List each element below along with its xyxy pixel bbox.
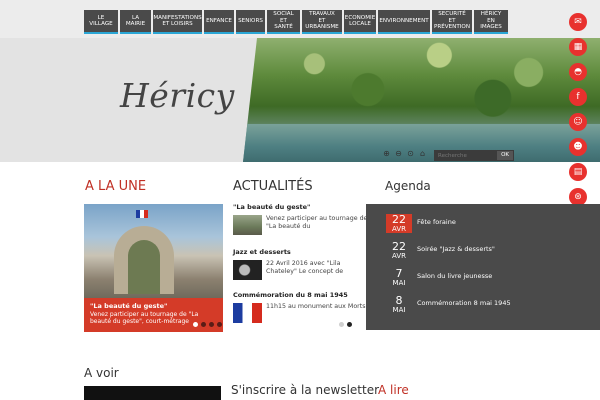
pager-dot[interactable] <box>339 322 344 327</box>
accessibility-tools: ⊕ ⊖ ⊙ ⌂ <box>382 149 427 158</box>
search-button[interactable]: OK <box>497 151 513 160</box>
search-form: OK <box>434 150 514 161</box>
agenda-day: 22 <box>392 239 406 253</box>
agenda-label: Commémoration 8 mai 1945 <box>417 299 511 308</box>
zoom-in-icon[interactable]: ⊕ <box>382 149 391 158</box>
news-heading: Commémoration du 8 mai 1945 <box>233 291 348 299</box>
slider-dot[interactable] <box>209 322 214 327</box>
agenda-label: Fête foraine <box>417 218 456 227</box>
agenda-item[interactable]: 22 AVR Soirée "Jazz & desserts" <box>366 238 600 262</box>
map-icon[interactable]: ▦ <box>569 38 587 56</box>
agenda-day: 22 <box>392 212 406 226</box>
news-text: 11h15 au monument aux Morts <box>266 303 366 310</box>
news-thumbnail <box>233 260 262 280</box>
agenda-item[interactable]: 7 MAI Salon du livre jeunesse <box>366 265 600 289</box>
news-thumbnail <box>233 215 262 235</box>
zoom-reset-icon[interactable]: ⊙ <box>406 149 415 158</box>
agenda-item[interactable]: 22 AVR Fête foraine <box>366 211 600 235</box>
agenda-label: Salon du livre jeunesse <box>417 272 493 281</box>
news-item[interactable]: Jazz et desserts 22 Avril 2016 avec "Lil… <box>233 248 373 280</box>
profile-icon[interactable]: ☻ <box>569 138 587 156</box>
news-pager <box>339 322 352 327</box>
slider-dot[interactable] <box>217 322 222 327</box>
zoom-out-icon[interactable]: ⊖ <box>394 149 403 158</box>
newsletter-title: S'inscrire à la newsletter <box>231 383 380 397</box>
agenda-date: 7 MAI <box>386 268 412 287</box>
nav-item-manifestations[interactable]: MANIFESTATIONS ET LOISIRS <box>153 10 202 34</box>
nav-item-hericy-en-images[interactable]: HÉRICY EN IMAGES <box>474 10 508 34</box>
agenda-month: MAI <box>392 278 406 287</box>
une-image[interactable] <box>84 204 223 298</box>
mail-icon[interactable]: ✉ <box>569 13 587 31</box>
agenda-title: Agenda <box>385 179 431 193</box>
pager-dot[interactable] <box>347 322 352 327</box>
arch-shape <box>128 240 160 294</box>
agenda-day: 8 <box>395 293 403 307</box>
nav-item-seniors[interactable]: SENIORS <box>236 10 265 34</box>
une-caption-title: "La beauté du geste" <box>90 302 168 310</box>
video-player[interactable] <box>84 386 221 400</box>
agenda-month: AVR <box>392 224 406 233</box>
facebook-icon[interactable]: f <box>569 88 587 106</box>
nav-item-securite-prevention[interactable]: SECURITÉ ET PRÉVENTION <box>432 10 472 34</box>
agenda-day: 7 <box>395 266 403 280</box>
a-voir-title: A voir <box>84 366 119 380</box>
quick-links: ✉ ▦ ◓ f ☺ ☻ ▤ ⊛ ♟ <box>569 13 587 231</box>
nav-item-enfance[interactable]: ENFANCE <box>204 10 234 34</box>
agenda-month: MAI <box>392 305 406 314</box>
news-thumbnail <box>233 303 262 323</box>
news-heading: Jazz et desserts <box>233 248 291 256</box>
agenda-date: 22 AVR <box>386 212 412 233</box>
nav-item-environnement[interactable]: ENVIRONNEMENT <box>378 10 430 34</box>
nav-item-economie-locale[interactable]: ECONOMIE LOCALE <box>344 10 376 34</box>
nav-item-social-sante[interactable]: SOCIAL ET SANTÉ <box>267 10 300 34</box>
book-icon[interactable]: ▤ <box>569 163 587 181</box>
a-lire-title: A lire <box>378 383 409 397</box>
photo-trees <box>243 38 600 124</box>
une-slider-dots <box>193 322 222 327</box>
flag-shape <box>136 210 148 218</box>
nav-item-travaux-urbanisme[interactable]: TRAVAUX ET URBANISME <box>302 10 342 34</box>
site-logo[interactable]: Héricy <box>120 76 235 115</box>
agenda-date: 8 MAI <box>386 295 412 314</box>
header-photo <box>243 38 600 162</box>
home-icon[interactable]: ⌂ <box>418 149 427 158</box>
agenda-item[interactable]: 8 MAI Commémoration 8 mai 1945 <box>366 292 600 316</box>
slider-dot[interactable] <box>193 322 198 327</box>
news-heading: "La beauté du geste" <box>233 203 311 211</box>
agenda-label: Soirée "Jazz & desserts" <box>417 245 495 254</box>
news-item[interactable]: "La beauté du geste" Venez participer au… <box>233 203 373 235</box>
nav-item-le-village[interactable]: LE VILLAGE <box>84 10 118 34</box>
nav-item-la-mairie[interactable]: LA MAIRIE <box>120 10 151 34</box>
news-text: Venez participer au tournage de "La beau… <box>266 215 368 230</box>
news-item[interactable]: Commémoration du 8 mai 1945 11h15 au mon… <box>233 291 373 323</box>
agenda-panel: 22 AVR Fête foraine 22 AVR Soirée "Jazz … <box>366 204 600 330</box>
main-nav: LE VILLAGE LA MAIRIE MANIFESTATIONS ET L… <box>84 10 508 34</box>
search-input[interactable] <box>434 152 494 159</box>
agenda-month: AVR <box>392 251 406 260</box>
car-icon[interactable]: ◓ <box>569 63 587 81</box>
slider-dot[interactable] <box>201 322 206 327</box>
une-title: A LA UNE <box>85 179 147 194</box>
user-icon[interactable]: ☺ <box>569 113 587 131</box>
agenda-date: 22 AVR <box>386 241 412 260</box>
actualites-title: ACTUALITÉS <box>233 179 313 194</box>
news-text: 22 Avril 2016 avec "Lila Chateley" Le co… <box>266 260 344 275</box>
